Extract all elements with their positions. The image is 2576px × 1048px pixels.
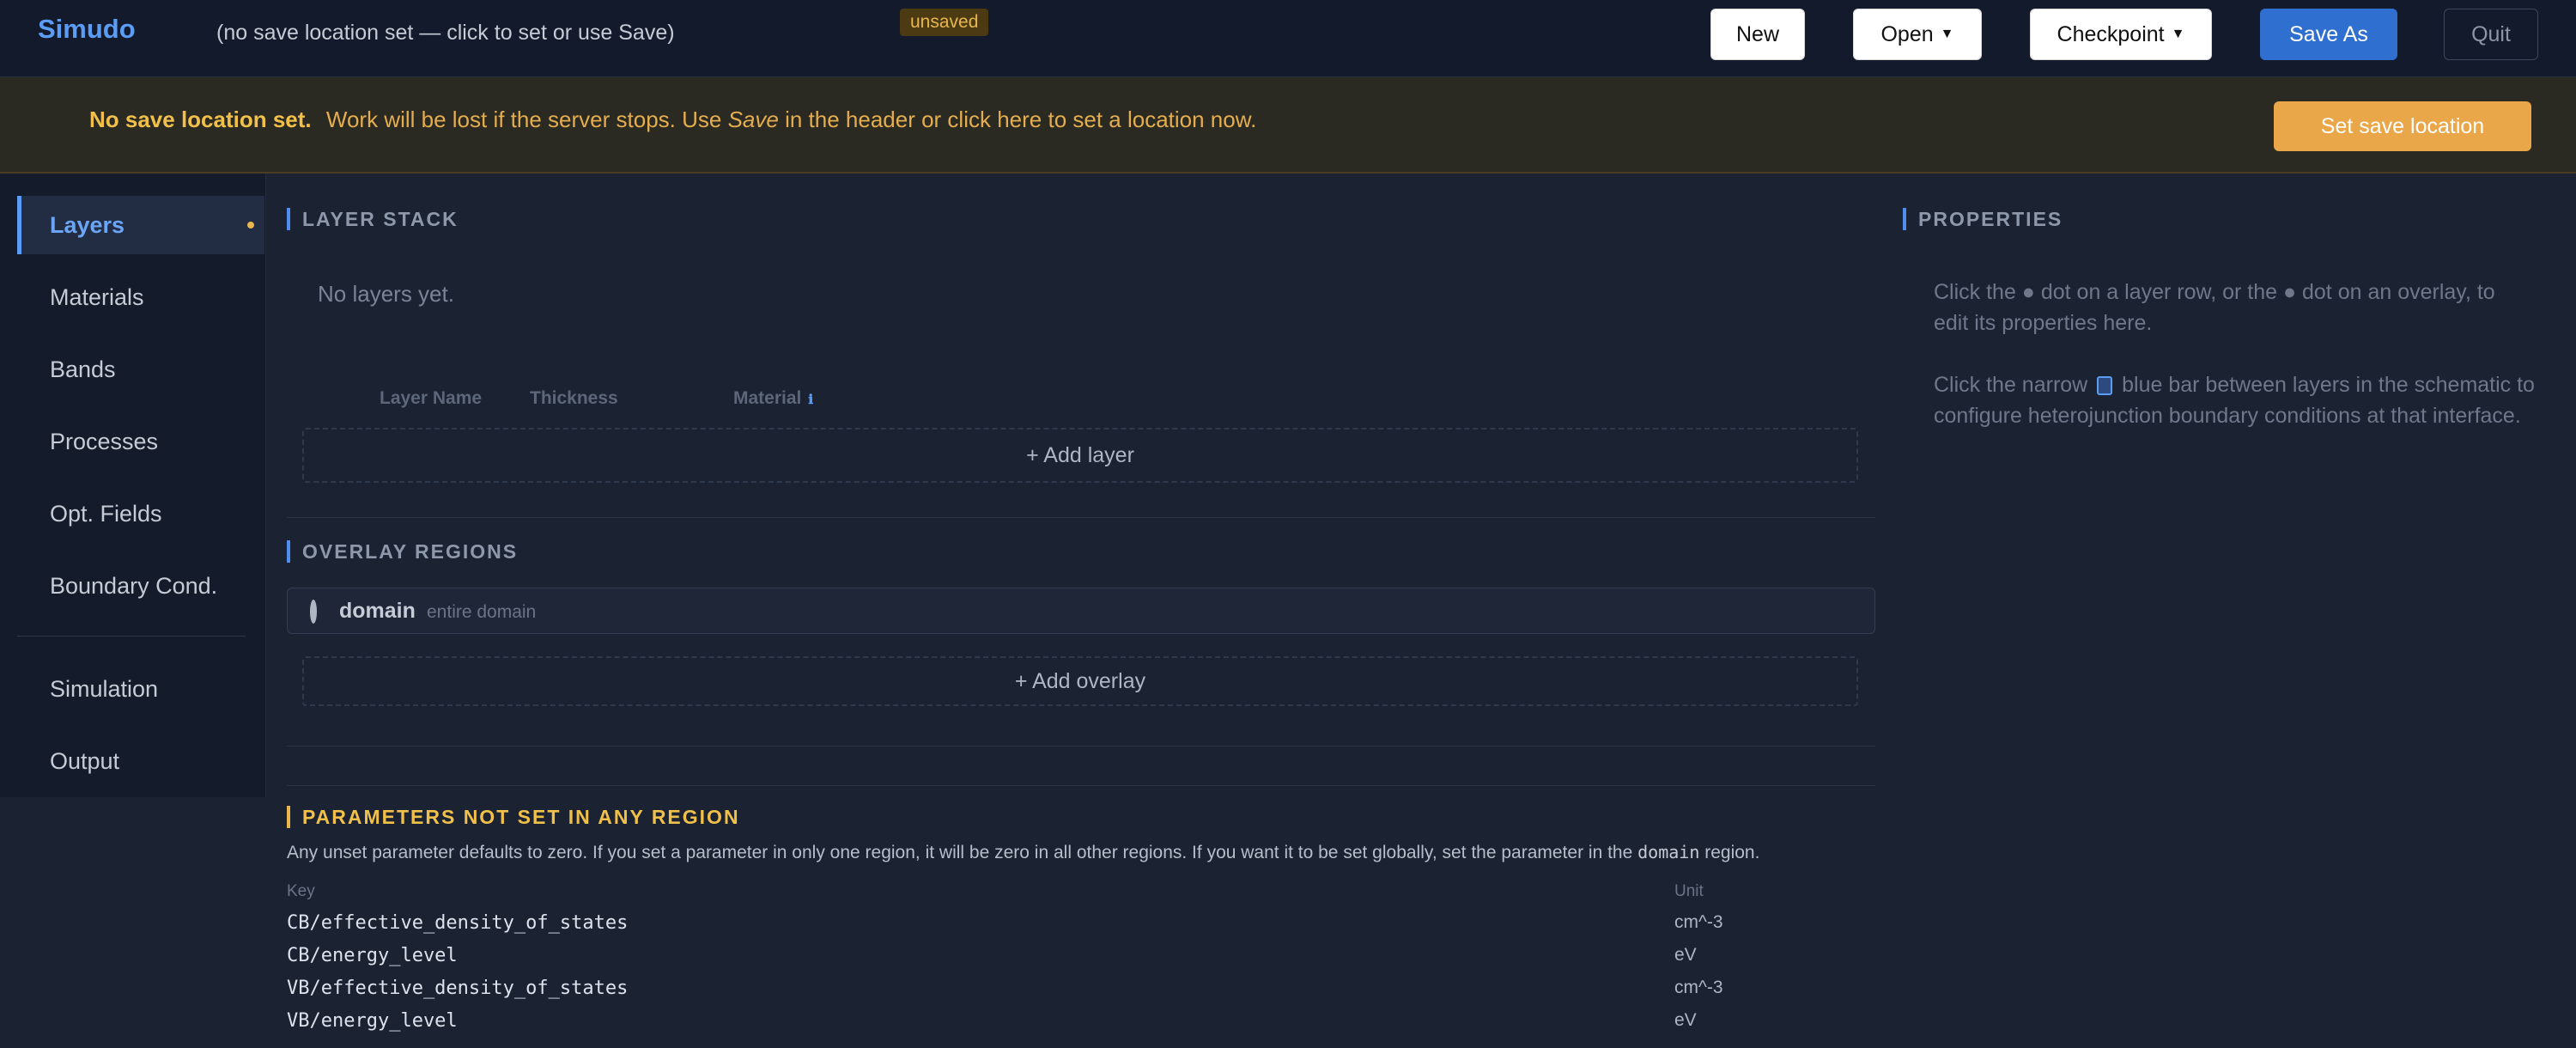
save-as-button[interactable]: Save As bbox=[2260, 9, 2397, 60]
app-brand[interactable]: Simudo bbox=[38, 14, 136, 45]
quit-button[interactable]: Quit bbox=[2444, 9, 2538, 60]
new-button[interactable]: New bbox=[1710, 9, 1805, 60]
overlay-description: entire domain bbox=[427, 602, 537, 622]
sidebar-item-label: Output bbox=[50, 747, 120, 774]
add-layer-button[interactable]: + Add layer bbox=[302, 428, 1858, 483]
column-header-thickness: Thickness bbox=[530, 388, 618, 408]
layer-stack-title: LAYER STACK bbox=[287, 208, 459, 230]
column-header-layer-name: Layer Name bbox=[380, 388, 483, 408]
app-header: Simudo (no save location set — click to … bbox=[0, 0, 2576, 77]
unset-params-title: PARAMETERS NOT SET IN ANY REGION bbox=[287, 806, 740, 828]
caret-down-icon: ▼ bbox=[2171, 27, 2185, 41]
save-as-button-label: Save As bbox=[2289, 21, 2368, 46]
column-header-material: Material ℹ bbox=[733, 388, 813, 409]
info-icon[interactable]: ℹ bbox=[808, 392, 813, 407]
sidebar-item-opt-fields[interactable]: Opt. Fields bbox=[17, 484, 264, 543]
overlay-name: domain bbox=[339, 599, 416, 623]
layers-empty-text: No layers yet. bbox=[318, 281, 454, 307]
sidebar-item-label: Layers bbox=[50, 211, 125, 238]
sidebar-item-label: Opt. Fields bbox=[50, 500, 162, 527]
param-key: CB/effective_density_of_states bbox=[287, 912, 629, 934]
sidebar-item-label: Materials bbox=[50, 283, 144, 310]
unsaved-badge: unsaved bbox=[900, 9, 989, 36]
quit-button-label: Quit bbox=[2471, 21, 2511, 46]
section-divider bbox=[287, 785, 1875, 786]
interface-bar-icon bbox=[2097, 376, 2113, 396]
param-key: VB/effective_density_of_states bbox=[287, 978, 629, 999]
sidebar: Layers Materials Bands Processes Opt. Fi… bbox=[0, 174, 266, 797]
sidebar-item-label: Boundary Cond. bbox=[50, 572, 218, 599]
note-text-pre: Any unset parameter defaults to zero. If… bbox=[287, 843, 1633, 862]
param-unit: cm^-3 bbox=[1674, 912, 1723, 932]
checkpoint-button[interactable]: Checkpoint ▼ bbox=[2030, 9, 2212, 60]
sidebar-item-processes[interactable]: Processes bbox=[17, 412, 264, 471]
overlay-row-domain[interactable]: domain entire domain bbox=[287, 588, 1875, 634]
interface-hint-pre: Click the narrow bbox=[1934, 373, 2088, 397]
note-text-post: region. bbox=[1704, 843, 1760, 862]
checkpoint-button-label: Checkpoint bbox=[2057, 21, 2165, 46]
banner-text-pre: Work will be lost if the server stops. U… bbox=[325, 107, 722, 132]
note-domain-code: domain bbox=[1637, 842, 1700, 862]
section-divider bbox=[287, 517, 1875, 518]
set-save-location-button[interactable]: Set save location bbox=[2274, 101, 2531, 151]
param-unit: cm^-3 bbox=[1674, 978, 1723, 997]
sidebar-item-materials[interactable]: Materials bbox=[17, 268, 264, 326]
unset-params-note: Any unset parameter defaults to zero. If… bbox=[287, 842, 1759, 863]
sidebar-item-simulation[interactable]: Simulation bbox=[17, 660, 264, 718]
open-button[interactable]: Open ▼ bbox=[1853, 9, 1982, 60]
sidebar-item-boundary-cond[interactable]: Boundary Cond. bbox=[17, 557, 264, 615]
column-header-key: Key bbox=[287, 882, 315, 900]
banner-message: No save location set. Work will be lost … bbox=[89, 107, 1256, 133]
overlay-regions-title: OVERLAY REGIONS bbox=[287, 540, 518, 563]
properties-hint: Click the ● dot on a layer row, or the ●… bbox=[1934, 280, 2495, 335]
new-button-label: New bbox=[1735, 21, 1779, 46]
sidebar-item-label: Bands bbox=[50, 356, 116, 382]
param-key: CB/energy_level bbox=[287, 945, 458, 966]
caret-down-icon: ▼ bbox=[1940, 27, 1954, 41]
unsaved-dot-icon bbox=[247, 222, 254, 228]
sidebar-divider bbox=[17, 636, 246, 637]
sidebar-item-layers[interactable]: Layers bbox=[17, 196, 264, 254]
sidebar-item-bands[interactable]: Bands bbox=[17, 340, 264, 399]
param-key: VB/energy_level bbox=[287, 1010, 458, 1032]
banner-save-emphasis: Save bbox=[727, 107, 779, 132]
open-button-label: Open bbox=[1880, 21, 1934, 46]
column-header-unit: Unit bbox=[1674, 882, 1704, 900]
param-unit: eV bbox=[1674, 1010, 1697, 1030]
save-warning-banner[interactable]: No save location set. Work will be lost … bbox=[0, 77, 2576, 174]
sidebar-item-label: Simulation bbox=[50, 675, 159, 702]
sidebar-item-output[interactable]: Output bbox=[17, 732, 264, 790]
banner-bold-text: No save location set. bbox=[89, 107, 312, 132]
banner-text-post: in the header or click here to set a loc… bbox=[785, 107, 1257, 132]
overlay-select-dot-icon[interactable] bbox=[310, 600, 317, 624]
properties-title: PROPERTIES bbox=[1903, 208, 2063, 230]
interface-hint: Click the narrow blue bar between layers… bbox=[1934, 369, 2535, 431]
save-location-link[interactable]: (no save location set — click to set or … bbox=[216, 21, 675, 46]
sidebar-item-label: Processes bbox=[50, 428, 159, 454]
param-unit: eV bbox=[1674, 945, 1697, 965]
column-header-material-label: Material bbox=[733, 388, 802, 408]
add-overlay-button[interactable]: + Add overlay bbox=[302, 656, 1858, 706]
